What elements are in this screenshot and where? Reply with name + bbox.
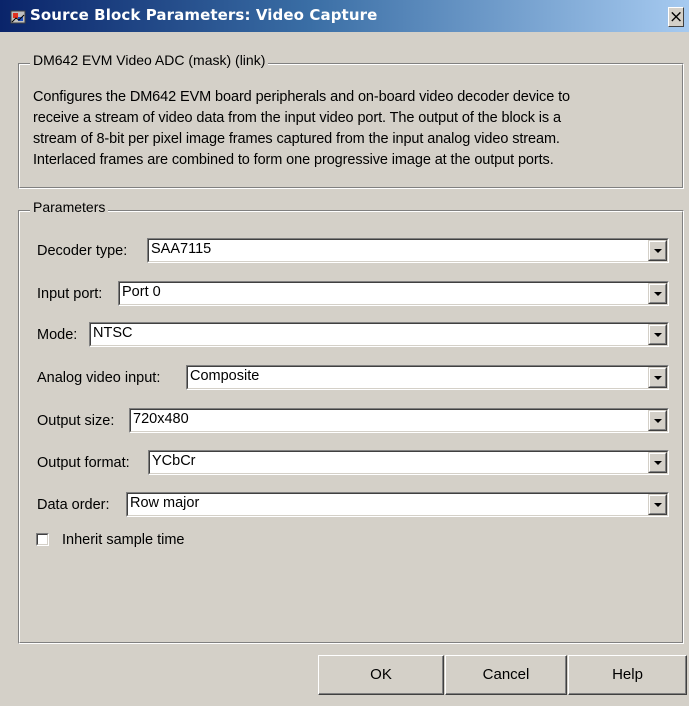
chevron-down-icon — [654, 461, 662, 465]
dropdown-button[interactable] — [648, 494, 667, 515]
description-legend: DM642 EVM Video ADC (mask) (link) — [30, 52, 269, 68]
chevron-down-icon — [654, 419, 662, 423]
cancel-button[interactable]: Cancel — [445, 655, 567, 695]
description-line: Configures the DM642 EVM board periphera… — [33, 89, 570, 105]
chevron-down-icon — [654, 503, 662, 507]
mode-label: Mode: — [37, 327, 78, 343]
description-line: receive a stream of video data from the … — [33, 110, 561, 126]
dropdown-button[interactable] — [648, 452, 667, 473]
mode-select[interactable]: NTSC — [89, 322, 669, 347]
output-format-value: YCbCr — [152, 453, 196, 469]
dropdown-button[interactable] — [648, 324, 667, 345]
input-port-value: Port 0 — [122, 284, 161, 300]
data-order-value: Row major — [130, 495, 200, 511]
dropdown-button[interactable] — [648, 240, 667, 261]
chevron-down-icon — [654, 249, 662, 253]
inherit-sample-time-checkbox[interactable] — [36, 533, 49, 546]
dropdown-button[interactable] — [648, 410, 667, 431]
decoder-type-label: Decoder type: — [37, 243, 128, 259]
inherit-sample-time-label[interactable]: Inherit sample time — [62, 532, 185, 548]
analog-video-input-select[interactable]: Composite — [186, 365, 669, 390]
window-title: Source Block Parameters: Video Capture — [30, 6, 378, 24]
output-size-label: Output size: — [37, 413, 115, 429]
simulink-block-icon — [10, 10, 26, 24]
analog-video-input-label: Analog video input: — [37, 370, 161, 386]
ok-button[interactable]: OK — [318, 655, 444, 695]
input-port-label: Input port: — [37, 286, 103, 302]
data-order-select[interactable]: Row major — [126, 492, 669, 517]
description-line: stream of 8-bit per pixel image frames c… — [33, 131, 560, 147]
output-format-label: Output format: — [37, 455, 130, 471]
description-text: Configures the DM642 EVM board periphera… — [33, 87, 683, 171]
dropdown-button[interactable] — [648, 367, 667, 388]
decoder-type-select[interactable]: SAA7115 — [147, 238, 669, 263]
decoder-type-value: SAA7115 — [151, 241, 212, 257]
help-button[interactable]: Help — [568, 655, 687, 695]
data-order-label: Data order: — [37, 497, 110, 513]
chevron-down-icon — [654, 292, 662, 296]
title-bar[interactable]: Source Block Parameters: Video Capture × — [0, 0, 689, 32]
output-size-select[interactable]: 720x480 — [129, 408, 669, 433]
output-format-select[interactable]: YCbCr — [148, 450, 669, 475]
close-icon[interactable]: × — [668, 7, 684, 27]
output-size-value: 720x480 — [133, 411, 189, 427]
dropdown-button[interactable] — [648, 283, 667, 304]
chevron-down-icon — [654, 376, 662, 380]
description-line: Interlaced frames are combined to form o… — [33, 152, 554, 168]
mode-value: NTSC — [93, 325, 133, 341]
input-port-select[interactable]: Port 0 — [118, 281, 669, 306]
analog-video-input-value: Composite — [190, 368, 260, 384]
chevron-down-icon — [654, 333, 662, 337]
parameters-legend: Parameters — [30, 199, 109, 215]
